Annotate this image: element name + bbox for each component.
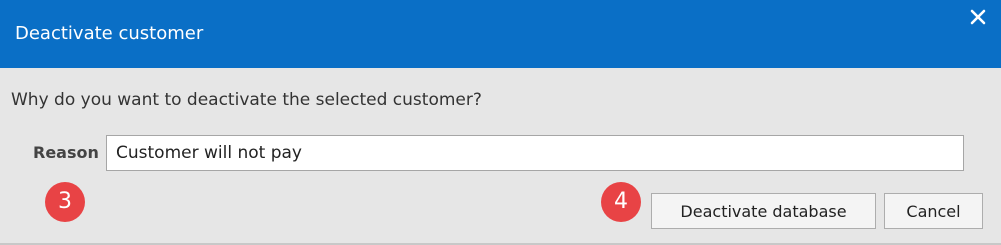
deactivate-question: Why do you want to deactivate the select… (11, 90, 482, 110)
dialog-title: Deactivate customer (15, 23, 204, 44)
cancel-button[interactable]: Cancel (884, 193, 983, 229)
deactivate-customer-dialog: Deactivate customer Why do you want to d… (0, 0, 1001, 245)
reason-input[interactable] (106, 135, 964, 171)
step-4-badge: 4 (601, 182, 641, 222)
close-icon (969, 8, 987, 26)
dialog-titlebar: Deactivate customer (0, 0, 1001, 68)
step-3-badge: 3 (45, 182, 85, 222)
reason-label: Reason (33, 143, 99, 162)
deactivate-database-button[interactable]: Deactivate database (651, 193, 876, 229)
close-button[interactable] (965, 4, 991, 30)
